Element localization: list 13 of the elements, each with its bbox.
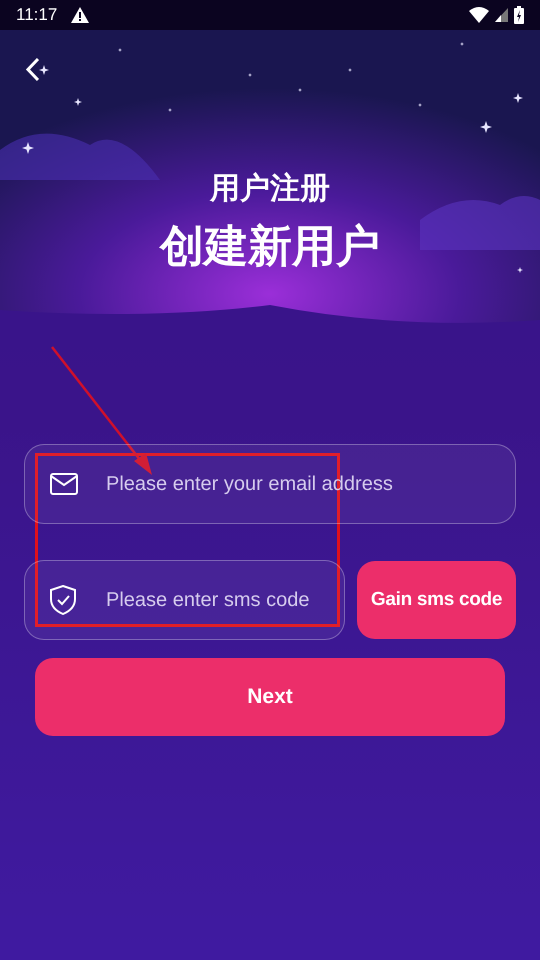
status-time: 11:17 — [16, 5, 58, 25]
shield-check-icon — [50, 585, 76, 615]
back-button[interactable] — [24, 56, 41, 83]
back-icon — [26, 58, 39, 81]
page-subtitle: 用户注册 — [210, 171, 330, 207]
next-button[interactable]: Next — [35, 658, 505, 736]
warning-icon — [71, 7, 90, 23]
gain-sms-code-button[interactable]: Gain sms code — [357, 561, 516, 639]
wifi-icon — [469, 7, 489, 23]
signal-icon — [495, 8, 508, 22]
battery-icon — [514, 6, 524, 24]
envelope-icon — [50, 473, 78, 495]
page-title: 创建新用户 — [160, 221, 380, 273]
